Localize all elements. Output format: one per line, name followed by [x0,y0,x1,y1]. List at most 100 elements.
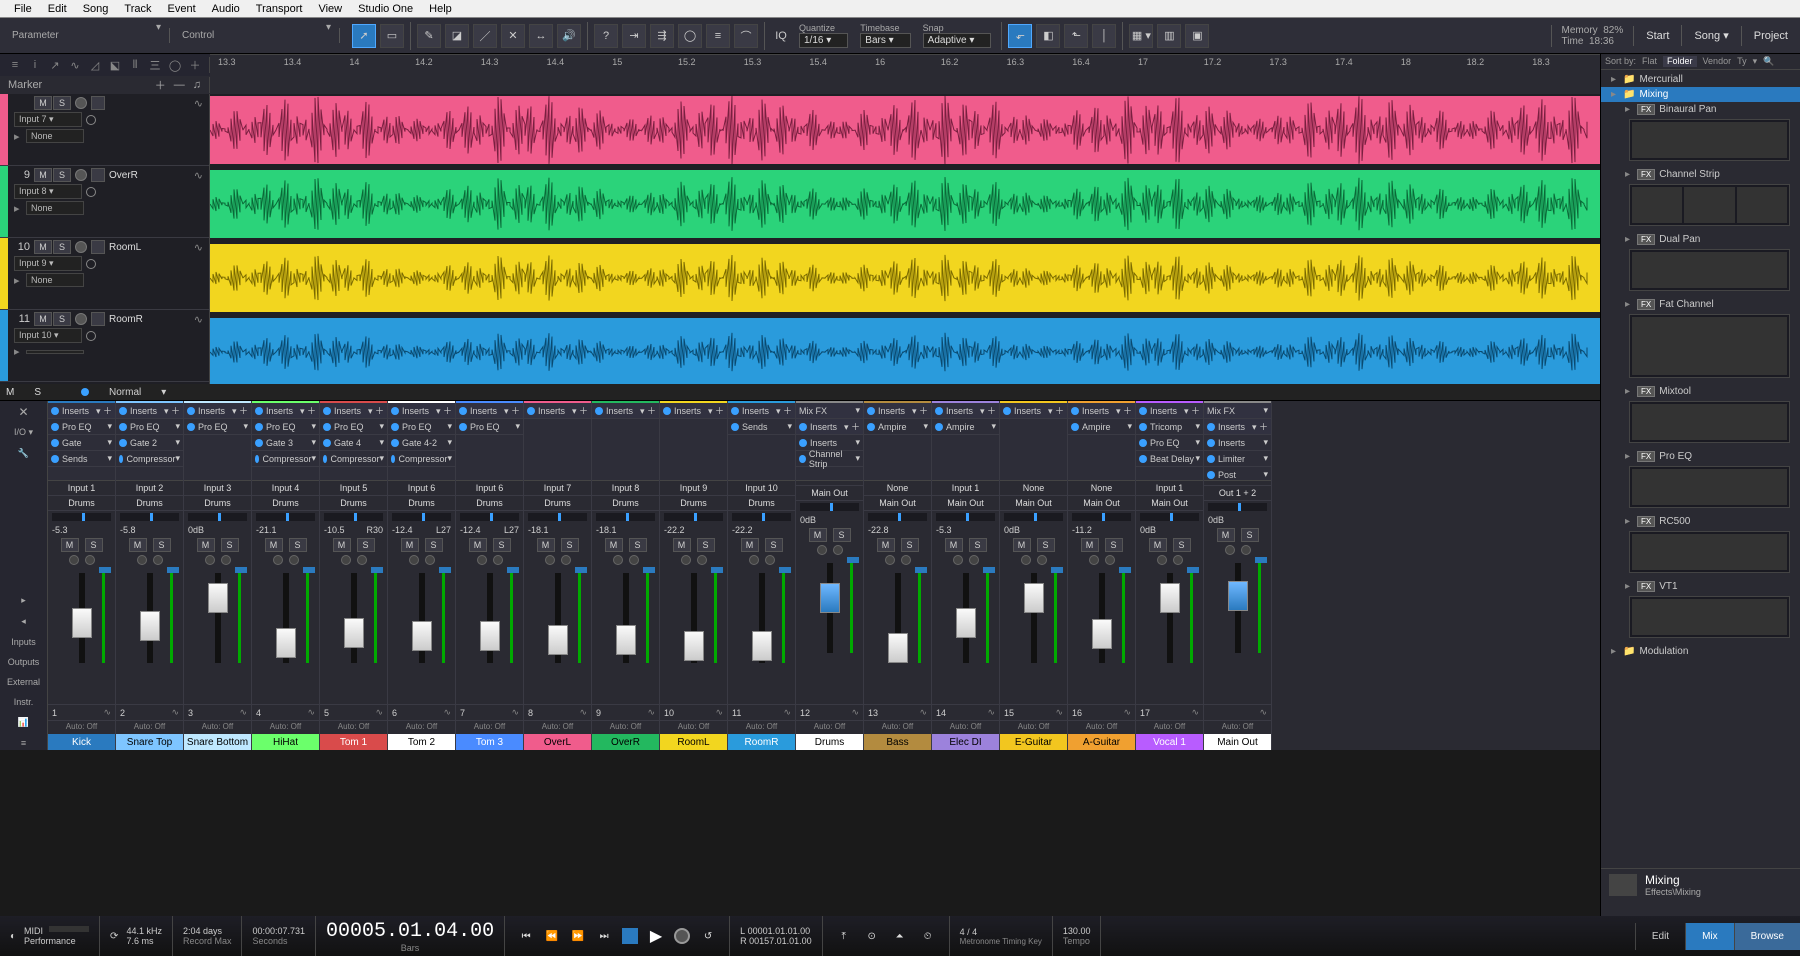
inserts-header[interactable]: Inserts▾ ＋ [660,403,727,419]
chevron-down-icon[interactable]: ▾ [161,387,166,398]
record-arm-button[interactable] [75,97,87,109]
fader[interactable] [419,573,425,663]
clip-indicator[interactable] [643,567,655,573]
snap-cursor-icon[interactable]: │ [1092,24,1116,48]
clip-indicator[interactable] [779,567,791,573]
auto-saw-icon[interactable]: ◿ [87,57,103,73]
mute-button[interactable]: M [1081,538,1099,552]
expand-icon[interactable]: ∿ [1055,707,1063,718]
record-arm-button[interactable] [545,555,555,565]
clip-indicator[interactable] [1187,567,1199,573]
automation-mode[interactable]: Auto: Off [1204,720,1271,734]
new-item-icon[interactable]: ◯ [167,57,183,73]
insert-slot[interactable]: Pro EQ▾ [320,419,387,435]
expand-icon[interactable]: ∿ [511,707,519,718]
global-mute-label[interactable]: M [6,387,14,398]
solo-button[interactable]: S [1173,538,1191,552]
insert-slot[interactable]: Compressor▾ [116,451,183,467]
track-color-tab[interactable] [0,166,8,237]
song-page-button[interactable]: Song ▾ [1681,25,1740,46]
loop-end[interactable]: 00157.01.01.00 [749,936,812,946]
record-arm-button[interactable] [681,555,691,565]
draw-tool-icon[interactable]: ✎ [417,24,441,48]
channel-input[interactable]: Input 5 [320,481,387,496]
sort-vendor[interactable]: Vendor [1703,56,1732,67]
track-color-tab[interactable] [0,310,8,381]
mute-button[interactable]: M [605,538,623,552]
quantize-select[interactable]: 1/16 ▾ [799,33,848,48]
menu-file[interactable]: File [6,1,40,17]
auto-line-icon[interactable]: ↗ [47,57,63,73]
menu-edit[interactable]: Edit [40,1,75,17]
expand-arrow-icon[interactable]: ▸ [1625,451,1633,462]
pan-slider[interactable] [256,513,315,521]
automation-mode[interactable]: Auto: Off [48,720,115,734]
solo-button[interactable]: S [221,538,239,552]
expand-icon[interactable]: ∿ [783,707,791,718]
expand-icon[interactable]: ∿ [103,707,111,718]
expand-icon[interactable]: ∿ [579,707,587,718]
menu-song[interactable]: Song [75,1,117,17]
solo-button[interactable]: S [53,168,71,182]
insert-slot[interactable]: Gate 4▾ [320,435,387,451]
mute-button[interactable]: M [34,168,52,182]
mute-button[interactable]: M [34,96,52,110]
browser-effect[interactable]: ▸FXFat Channel [1601,297,1800,312]
browser-folder[interactable]: ▸📁Mercuriall [1601,72,1800,87]
mute-button[interactable]: M [401,538,419,552]
inserts-header[interactable]: Inserts▾ ＋ [796,419,863,435]
expand-icon[interactable]: ∿ [1259,707,1267,718]
channel-input[interactable]: Input 4 [252,481,319,496]
browser-folder[interactable]: ▸📁Mixing [1601,87,1800,102]
expand-icon[interactable]: ∿ [715,707,723,718]
channel-name[interactable]: Snare Bottom [184,734,251,750]
insert-slot[interactable]: Ampire▾ [1068,419,1135,435]
precount-icon[interactable]: ⏲ [917,925,939,947]
inputs-label[interactable]: Inputs [11,635,36,649]
record-arm-button[interactable] [69,555,79,565]
audio-clip[interactable] [210,318,1786,384]
inserts-header[interactable]: Inserts▾ ＋ [388,403,455,419]
menu-event[interactable]: Event [160,1,204,17]
browser-folder[interactable]: ▸📁Modulation [1601,644,1800,659]
timeline-ruler[interactable]: 13.313.41414.214.314.41515.215.315.41616… [210,54,1600,76]
monitor-button[interactable] [357,555,367,565]
insert-slot[interactable]: Gate 4-2▾ [388,435,455,451]
expand-arrow-icon[interactable]: ▸ [1611,89,1619,100]
channel-name[interactable]: Bass [864,734,931,750]
menu-track[interactable]: Track [116,1,159,17]
channel-name[interactable]: A-Guitar [1068,734,1135,750]
input-select[interactable]: Input 10 ▾ [14,328,82,343]
channel-output[interactable]: Drums [524,496,591,511]
fader[interactable] [487,573,493,663]
wrench-icon[interactable]: 🔧 [18,446,29,461]
mixfx-header[interactable]: Mix FX▾ [1204,403,1271,419]
insert-slot[interactable]: Sends▾ [728,419,795,435]
solo-button[interactable]: S [85,538,103,552]
fader[interactable] [623,573,629,663]
channel-output[interactable]: Main Out [1068,496,1135,511]
rewind-icon[interactable]: ⏪ [541,925,563,947]
browser-tree[interactable]: ▸📁Mercuriall▸📁Mixing▸FXBinaural Pan▸FXCh… [1601,70,1800,868]
monitor-button[interactable] [1241,545,1251,555]
automation-mode[interactable]: Auto: Off [524,720,591,734]
monitor-button[interactable] [1105,555,1115,565]
insert-slot[interactable]: Pro EQ▾ [252,419,319,435]
fader[interactable] [691,573,697,663]
inserts-header[interactable]: Inserts▾ ＋ [1068,403,1135,419]
pan-slider[interactable] [664,513,723,521]
chevron-down-icon[interactable]: ▾ [326,22,331,33]
monitor-button[interactable] [91,240,105,254]
monitor-button[interactable] [833,545,843,555]
solo-button[interactable]: S [289,538,307,552]
pan-slider[interactable] [800,503,859,511]
expand-icon[interactable]: ∿ [851,707,859,718]
track-color-tab[interactable] [0,238,8,309]
inserts-header[interactable]: Inserts▾ ＋ [456,403,523,419]
sort-type[interactable]: Ty [1737,56,1747,67]
insert-slot[interactable]: Pro EQ▾ [1136,435,1203,451]
solo-button[interactable]: S [53,312,71,326]
solo-button[interactable]: S [357,538,375,552]
fast-forward-icon[interactable]: ⏩ [567,925,589,947]
insert-slot[interactable]: Pro EQ▾ [116,419,183,435]
